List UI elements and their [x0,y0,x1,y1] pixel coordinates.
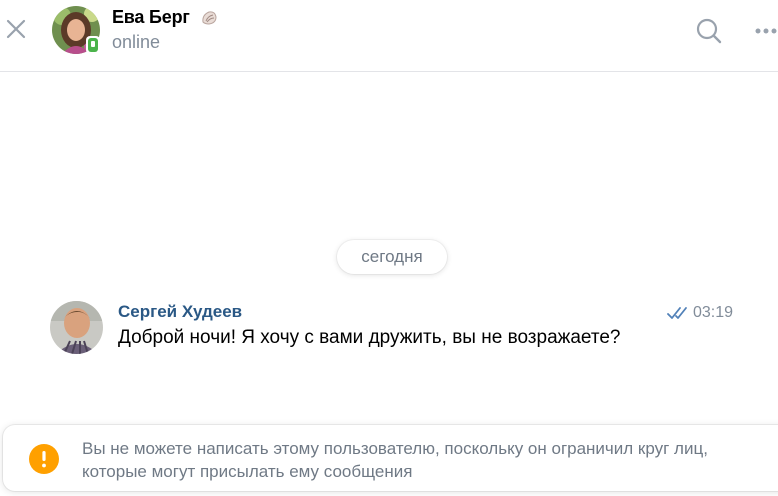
search-button[interactable] [694,16,724,46]
contact-status: online [112,32,161,52]
contact-name[interactable]: Ева Берг [112,7,190,28]
message-time[interactable]: 03:19 [693,304,733,322]
message-text: Доброй ночи! Я хочу с вами дружить, вы н… [118,327,621,348]
message-author-avatar[interactable] [50,301,103,354]
online-indicator [86,36,100,54]
chat-header: Ева Берг online [0,0,778,72]
shell-icon [200,9,218,27]
more-button[interactable] [754,22,778,40]
read-check-icon [667,305,689,321]
close-icon[interactable] [4,17,28,41]
search-icon[interactable] [694,16,724,46]
message-author-name[interactable]: Сергей Худеев [118,302,242,322]
date-separator: сегодня [337,240,447,274]
info-icon [29,444,59,474]
notice-text: Вы не можете написать этому пользователю… [82,439,708,481]
close-button[interactable] [4,17,28,41]
more-horizontal-icon[interactable] [754,22,778,40]
